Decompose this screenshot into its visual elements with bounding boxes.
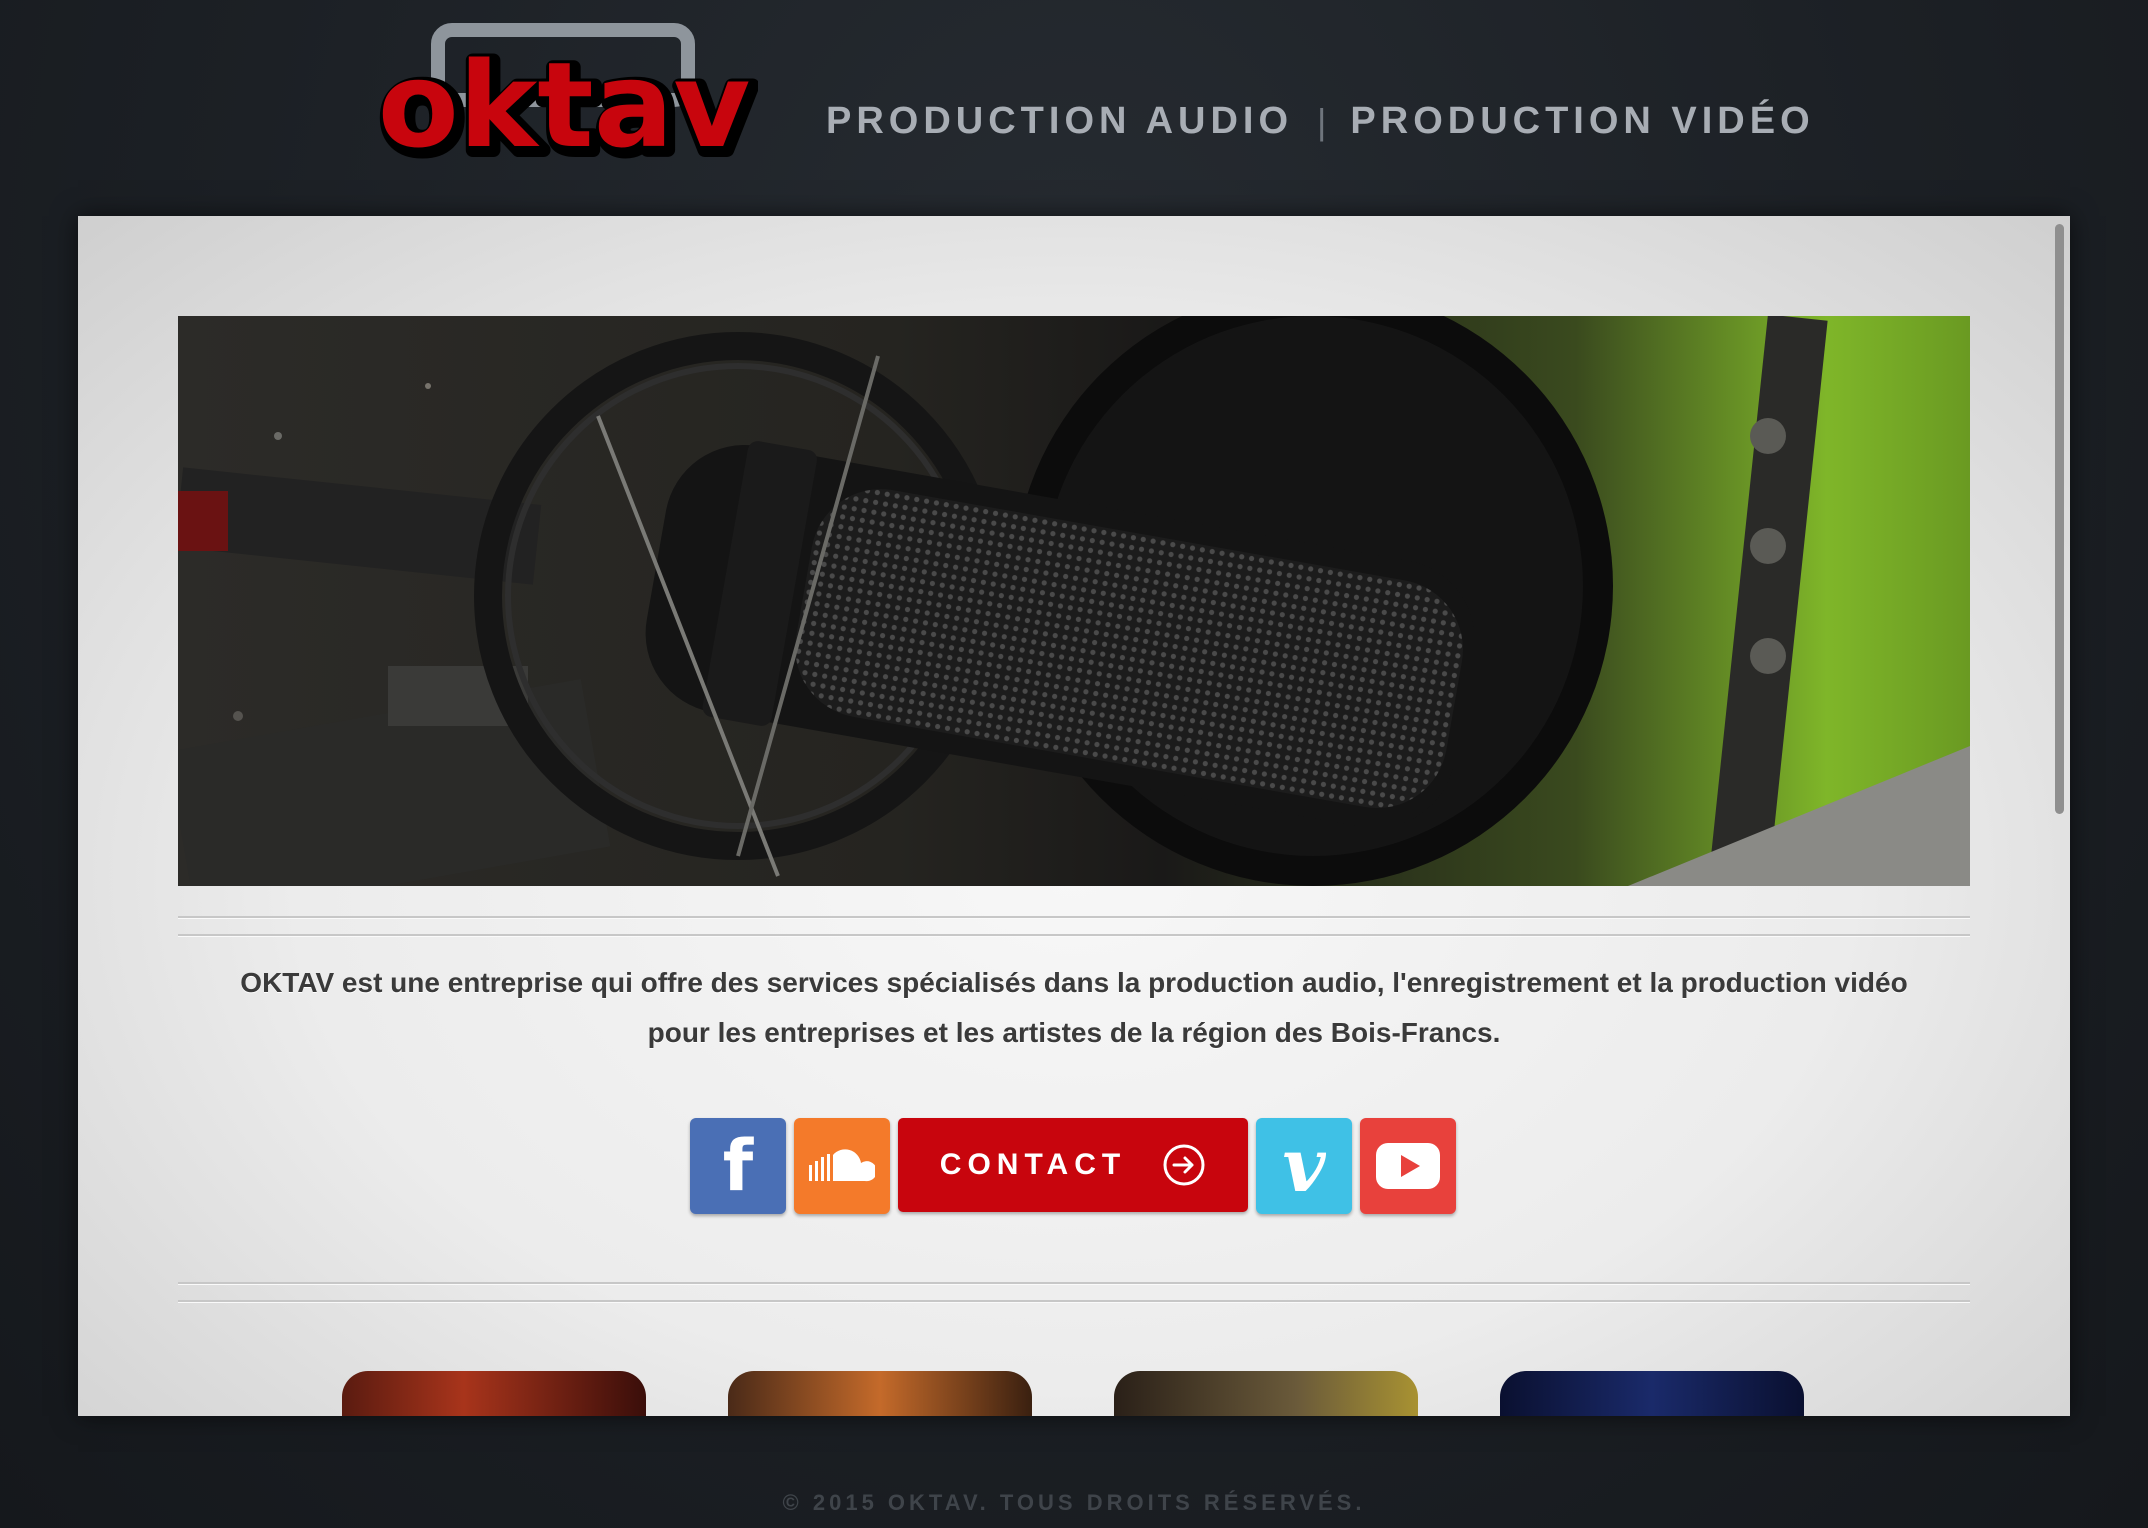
oktav-logo[interactable]: oktav oktav <box>378 22 758 167</box>
svg-text:oktav: oktav <box>378 36 750 167</box>
vimeo-icon: v <box>1282 1123 1326 1209</box>
divider <box>178 916 1970 918</box>
hero-microphone-image <box>178 316 1970 886</box>
divider <box>178 1300 1970 1302</box>
soundcloud-button[interactable] <box>794 1118 890 1214</box>
copyright-text: © 2015 OKTAV. TOUS DROITS RÉSERVÉS. <box>782 1490 1366 1515</box>
divider <box>178 1282 1970 1284</box>
intro-line-1: OKTAV est une entreprise qui offre des s… <box>240 967 1908 998</box>
nav-separator: | <box>1317 100 1327 142</box>
gallery-thumbnail-3[interactable] <box>1114 1371 1418 1416</box>
arrow-right-circle-icon <box>1163 1144 1205 1186</box>
contact-button[interactable]: CONTACT <box>898 1118 1248 1212</box>
scrollbar-thumb[interactable] <box>2055 224 2064 814</box>
intro-text: OKTAV est une entreprise qui offre des s… <box>178 958 1970 1058</box>
content-panel: OKTAV est une entreprise qui offre des s… <box>78 216 2070 1416</box>
intro-line-2: pour les entreprises et les artistes de … <box>647 1017 1501 1048</box>
nav-production-video[interactable]: PRODUCTION VIDÉO <box>1350 100 1814 143</box>
nav-production-audio[interactable]: PRODUCTION AUDIO <box>826 100 1293 143</box>
gallery-thumbnail-1[interactable] <box>342 1371 646 1416</box>
facebook-button[interactable]: f <box>690 1118 786 1214</box>
main-nav: PRODUCTION AUDIO | PRODUCTION VIDÉO <box>826 100 1815 143</box>
youtube-button[interactable] <box>1360 1118 1456 1214</box>
facebook-icon: f <box>722 1125 754 1207</box>
social-buttons: f CONTACT v <box>690 1118 1456 1214</box>
gallery-thumbnail-2[interactable] <box>728 1371 1032 1416</box>
soundcloud-icon <box>809 1149 875 1182</box>
youtube-icon <box>1376 1143 1440 1189</box>
gallery-thumbnail-4[interactable] <box>1500 1371 1804 1416</box>
divider <box>178 934 1970 936</box>
vimeo-button[interactable]: v <box>1256 1118 1352 1214</box>
site-header: oktav oktav PRODUCTION AUDIO | PRODUCTIO… <box>0 0 2148 210</box>
footer: © 2015 OKTAV. TOUS DROITS RÉSERVÉS. <box>0 1490 2148 1516</box>
contact-label: CONTACT <box>939 1148 1127 1181</box>
